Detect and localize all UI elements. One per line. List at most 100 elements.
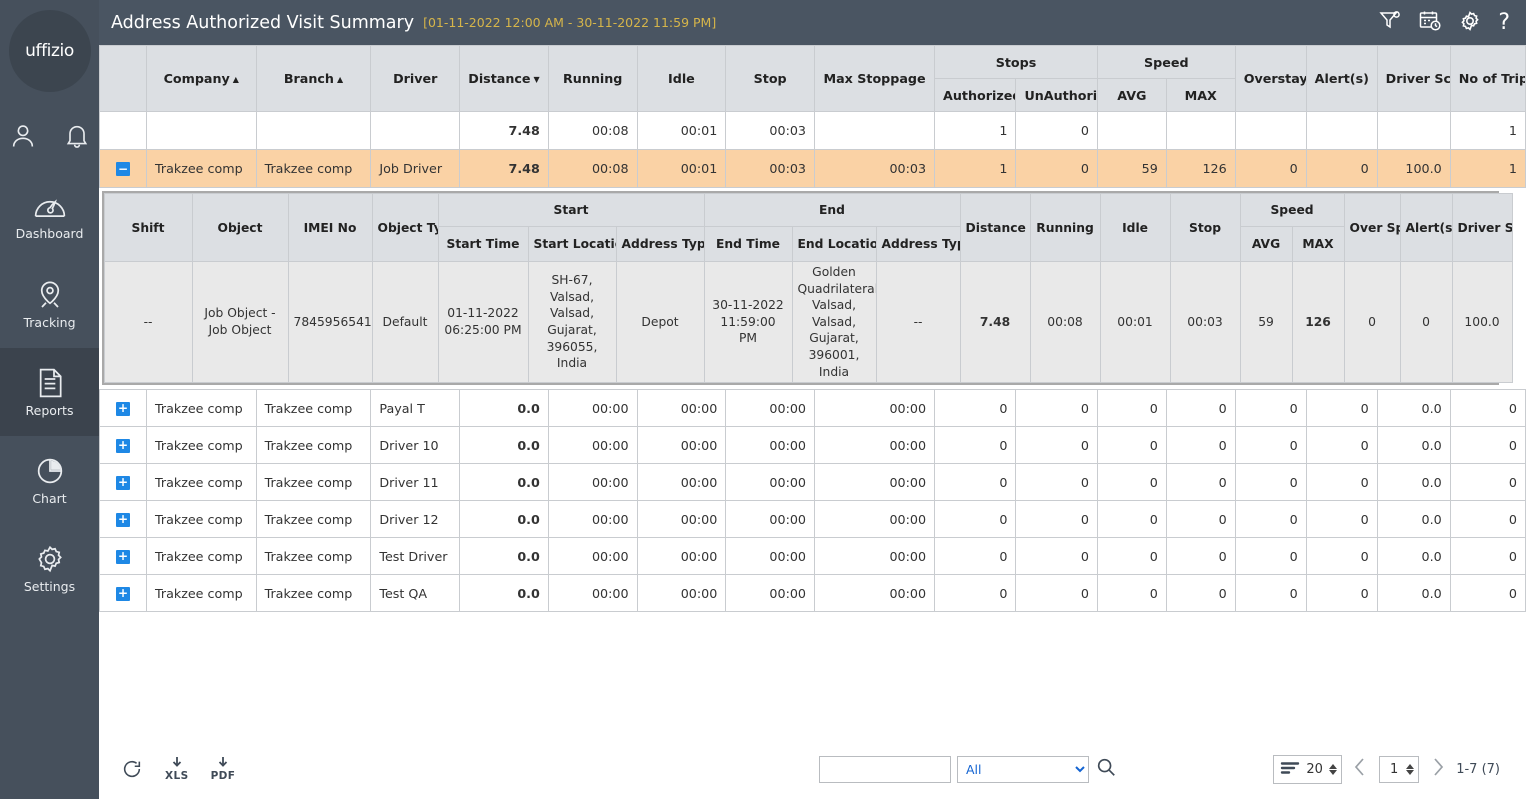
search-input[interactable] <box>819 756 951 783</box>
col-running[interactable]: Running <box>548 46 637 112</box>
row-stops-unauth: 0 <box>1016 575 1097 612</box>
sidebar-item-chart[interactable]: Chart <box>0 436 99 524</box>
search-scope-select[interactable]: All <box>957 756 1089 783</box>
gear-icon[interactable] <box>1458 9 1482 37</box>
expand-plus-icon[interactable]: + <box>116 513 130 527</box>
row-collapse-cell[interactable]: − <box>100 150 147 188</box>
trip-driver-score: 100.0 <box>1452 262 1512 383</box>
summary-driver <box>371 112 460 150</box>
calendar-clock-icon[interactable] <box>1418 9 1442 37</box>
row-alerts: 0 <box>1306 538 1377 575</box>
row-expand-cell[interactable]: + <box>100 538 147 575</box>
sidebar: uffizio <box>0 0 99 799</box>
col-branch[interactable]: Branch▲ <box>256 46 371 112</box>
help-icon[interactable]: ? <box>1498 12 1510 34</box>
col-driver[interactable]: Driver <box>371 46 460 112</box>
col-alerts[interactable]: Alert(s) <box>1306 46 1377 112</box>
next-page-button[interactable] <box>1428 755 1447 783</box>
row-no-of-trip: 0 <box>1450 390 1525 427</box>
search-icon[interactable] <box>1095 756 1117 782</box>
expand-plus-icon[interactable]: + <box>116 550 130 564</box>
col-no-of-trip[interactable]: No of Trip <box>1450 46 1525 112</box>
sidebar-item-dashboard[interactable]: Dashboard <box>0 172 99 260</box>
sidebar-item-label: Dashboard <box>16 228 84 241</box>
summary-overstay <box>1235 112 1306 150</box>
expand-plus-icon[interactable]: + <box>116 587 130 601</box>
col-stops-authorized[interactable]: Authorized <box>935 79 1016 112</box>
row-expand-cell[interactable]: + <box>100 575 147 612</box>
row-expand-cell[interactable]: + <box>100 427 147 464</box>
row-overstay: 0 <box>1235 501 1306 538</box>
report-grid-wrapper: Company▲ Branch▲ Driver Distance▼ Runnin… <box>99 45 1526 612</box>
sort-desc-icon: ▼ <box>534 75 540 84</box>
row-stops-unauth: 0 <box>1016 538 1097 575</box>
nested-detail-panel: Shift Object IMEI No Object Type Start E… <box>102 191 1499 385</box>
table-row[interactable]: +Trakzee compTrakzee compDriver 110.000:… <box>100 464 1526 501</box>
sub-col-end-time: End Time <box>704 227 792 262</box>
sub-col-object: Object <box>192 194 288 262</box>
user-icon[interactable] <box>9 122 37 150</box>
filter-settings-icon[interactable] <box>1378 9 1402 37</box>
pdf-label: PDF <box>211 770 236 782</box>
col-stop[interactable]: Stop <box>726 46 815 112</box>
summary-stops-unauth: 0 <box>1016 112 1097 150</box>
summary-alerts <box>1306 112 1377 150</box>
export-pdf-button[interactable]: PDF <box>211 756 236 782</box>
sidebar-top-icons <box>9 122 91 150</box>
col-distance[interactable]: Distance▼ <box>460 46 549 112</box>
table-row[interactable]: +Trakzee compTrakzee compDriver 120.000:… <box>100 501 1526 538</box>
row-stops-auth: 0 <box>935 464 1016 501</box>
table-row[interactable]: +Trakzee compTrakzee compPayal T0.000:00… <box>100 390 1526 427</box>
row-running: 00:00 <box>548 575 637 612</box>
row-speed-avg: 0 <box>1097 427 1166 464</box>
collapse-minus-icon[interactable]: − <box>116 162 130 176</box>
table-row-expanded[interactable]: − Trakzee comp Trakzee comp Job Driver 7… <box>100 150 1526 188</box>
row-company: Trakzee comp <box>146 501 256 538</box>
col-overstay[interactable]: Overstay <box>1235 46 1306 112</box>
table-row[interactable]: +Trakzee compTrakzee compDriver 100.000:… <box>100 427 1526 464</box>
row-distance: 0.0 <box>460 538 549 575</box>
col-max-stoppage[interactable]: Max Stoppage <box>815 46 935 112</box>
expand-plus-icon[interactable]: + <box>116 476 130 490</box>
table-row[interactable]: +Trakzee compTrakzee compTest QA0.000:00… <box>100 575 1526 612</box>
row-alerts: 0 <box>1306 575 1377 612</box>
refresh-button[interactable] <box>121 758 143 780</box>
list-lines-icon <box>1280 760 1300 779</box>
expand-plus-icon[interactable]: + <box>116 402 130 416</box>
row-expand-cell[interactable]: + <box>100 501 147 538</box>
sub-col-alerts: Alert(s) <box>1400 194 1452 262</box>
row-max-stoppage: 00:00 <box>815 538 935 575</box>
row-expand-cell[interactable]: + <box>100 464 147 501</box>
page-number-stepper[interactable] <box>1406 764 1414 775</box>
trip-idle: 00:01 <box>1100 262 1170 383</box>
col-speed-avg[interactable]: AVG <box>1097 79 1166 112</box>
export-xls-button[interactable]: XLS <box>165 756 189 782</box>
prev-page-button[interactable] <box>1351 755 1370 783</box>
row-distance: 0.0 <box>460 427 549 464</box>
expand-plus-icon[interactable]: + <box>116 439 130 453</box>
document-icon <box>35 367 65 399</box>
page-number-selector[interactable]: 1 <box>1379 756 1419 783</box>
row-expand-cell[interactable]: + <box>100 390 147 427</box>
sub-col-object-type: Object Type <box>372 194 438 262</box>
row-distance: 0.0 <box>460 390 549 427</box>
table-row[interactable]: +Trakzee compTrakzee compTest Driver0.00… <box>100 538 1526 575</box>
row-idle: 00:00 <box>637 538 726 575</box>
page-size-stepper[interactable] <box>1329 764 1337 775</box>
col-stops-unauthorized[interactable]: UnAuthorize <box>1016 79 1097 112</box>
col-speed-max[interactable]: MAX <box>1166 79 1235 112</box>
sidebar-item-settings[interactable]: Settings <box>0 524 99 612</box>
col-idle[interactable]: Idle <box>637 46 726 112</box>
sidebar-item-tracking[interactable]: Tracking <box>0 260 99 348</box>
col-company[interactable]: Company▲ <box>146 46 256 112</box>
bell-icon[interactable] <box>63 122 91 150</box>
sidebar-item-reports[interactable]: Reports <box>0 348 99 436</box>
row-stops-unauth: 0 <box>1016 501 1097 538</box>
col-driver-score[interactable]: Driver Score % <box>1377 46 1450 112</box>
page-size-selector[interactable]: 20 <box>1273 755 1342 784</box>
sort-asc-icon: ▲ <box>337 75 343 84</box>
app-root: uffizio <box>0 0 1526 799</box>
sidebar-item-label: Tracking <box>23 317 75 330</box>
summary-row: 7.48 00:08 00:01 00:03 1 0 1 <box>100 112 1526 150</box>
row-driver: Driver 10 <box>371 427 460 464</box>
